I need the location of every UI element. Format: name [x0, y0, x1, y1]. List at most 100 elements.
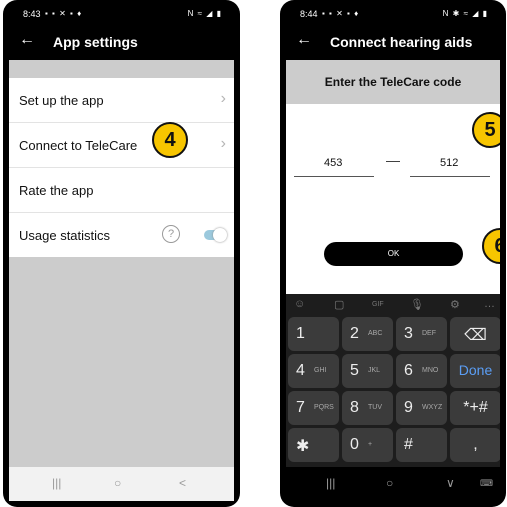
- status-time: 8:44: [300, 9, 318, 19]
- code-field-2[interactable]: 512: [410, 154, 490, 177]
- menu-item-connect-telecare[interactable]: Connect to TeleCare ›: [9, 123, 234, 168]
- key-5[interactable]: 5 JKL: [342, 354, 393, 388]
- key-label: 8: [350, 399, 359, 416]
- app-bar: ← Connect hearing aids: [286, 24, 500, 60]
- code-field-1-value: 453: [324, 157, 343, 169]
- key-label: 0: [350, 436, 359, 453]
- emoji-icon[interactable]: ☺: [294, 298, 305, 310]
- more-options-icon[interactable]: …: [484, 298, 495, 310]
- key-label: ,: [473, 436, 478, 453]
- numeric-keyboard: ☺ ▢ GIF 🎙 ⚙ … 1 2 ABC 3 DEF ⌫ 4 GHI 5 JKL 6 M…: [286, 294, 500, 467]
- step-marker-4: 4: [152, 122, 188, 158]
- key-3[interactable]: 3 DEF: [396, 317, 447, 351]
- code-field-2-value: 512: [440, 157, 459, 169]
- menu-item-label: Set up the app: [19, 93, 104, 108]
- page-title: App settings: [53, 34, 138, 50]
- status-bar: 8:44 ▪ ▪ ✕ ▪ ♦ N ✱ ≈ ◢ ▮: [286, 6, 500, 22]
- backspace-key[interactable]: ⌫: [450, 317, 500, 351]
- status-bar: 8:43 ▪ ▪ ✕ ▪ ♦ N ≈ ◢ ▮: [9, 6, 234, 22]
- notification-icons: ▪ ▪ ✕ ▪ ♦: [322, 9, 360, 18]
- screen: 8:44 ▪ ▪ ✕ ▪ ♦ N ✱ ≈ ◢ ▮ ← Connect heari…: [286, 6, 500, 501]
- menu-item-set-up-app[interactable]: Set up the app ›: [9, 78, 234, 123]
- key-label: 3: [404, 325, 413, 342]
- navigation-bar: ||| ○ <: [9, 467, 234, 501]
- chevron-right-icon: ›: [220, 135, 226, 152]
- key-letters: +: [368, 441, 373, 448]
- microphone-icon[interactable]: 🎙: [410, 298, 424, 311]
- key-letters: GHI: [314, 367, 327, 374]
- menu-item-label: Usage statistics: [19, 228, 111, 243]
- menu-item-usage-statistics: Usage statistics ?: [9, 213, 234, 257]
- signal-battery-icons: N ≈ ◢ ▮: [187, 9, 222, 18]
- key-label: *+#: [463, 399, 488, 416]
- code-separator: —: [386, 152, 400, 168]
- menu-item-rate-app[interactable]: Rate the app: [9, 168, 234, 213]
- settings-content: Set up the app › Connect to TeleCare › R…: [9, 60, 234, 467]
- recents-icon[interactable]: |||: [52, 476, 61, 490]
- code-field-1[interactable]: 453: [294, 154, 374, 177]
- home-icon[interactable]: ○: [114, 476, 121, 490]
- home-icon[interactable]: ○: [386, 476, 393, 490]
- key-label: #: [404, 436, 413, 453]
- key-label: ✱: [296, 438, 310, 455]
- hide-keyboard-icon[interactable]: ∨: [446, 476, 455, 490]
- key-label: 7: [296, 399, 305, 416]
- symbols-key[interactable]: *+#: [450, 391, 500, 425]
- key-comma[interactable]: ,: [450, 428, 500, 462]
- code-entry-content: Enter the TeleCare code 453 — 512 OK: [286, 60, 500, 294]
- key-label: 5: [350, 362, 359, 379]
- keyboard-switch-icon[interactable]: ⌨: [480, 478, 493, 489]
- ok-button[interactable]: OK: [324, 242, 463, 266]
- key-label: 6: [404, 362, 413, 379]
- key-9[interactable]: 9 WXYZ: [396, 391, 447, 425]
- key-letters: JKL: [368, 367, 381, 374]
- key-letters: TUV: [368, 404, 382, 411]
- step-marker-5: 5: [472, 112, 500, 148]
- menu-item-label: Rate the app: [19, 183, 94, 198]
- gif-icon[interactable]: GIF: [372, 301, 384, 308]
- toggle-knob: [213, 228, 227, 242]
- key-7[interactable]: 7 PQRS: [288, 391, 339, 425]
- settings-list: Set up the app › Connect to TeleCare › R…: [9, 78, 234, 257]
- key-4[interactable]: 4 GHI: [288, 354, 339, 388]
- signal-battery-icons: N ✱ ≈ ◢ ▮: [442, 9, 488, 18]
- key-letters: PQRS: [314, 404, 334, 411]
- key-label: 1: [296, 325, 305, 342]
- key-label: 9: [404, 399, 413, 416]
- key-letters: MNO: [422, 367, 439, 374]
- key-2[interactable]: 2 ABC: [342, 317, 393, 351]
- code-heading: Enter the TeleCare code: [324, 75, 462, 89]
- key-label: Done: [458, 362, 493, 378]
- key-letters: ABC: [368, 330, 383, 337]
- back-nav-icon[interactable]: <: [179, 476, 186, 490]
- screen: 8:43 ▪ ▪ ✕ ▪ ♦ N ≈ ◢ ▮ ← App settings Se…: [9, 6, 234, 501]
- recents-icon[interactable]: |||: [326, 476, 335, 490]
- app-bar: ← App settings: [9, 24, 234, 60]
- key-hash[interactable]: #: [396, 428, 447, 462]
- key-label: 2: [350, 325, 359, 342]
- key-0[interactable]: 0 +: [342, 428, 393, 462]
- phone-app-settings: 8:43 ▪ ▪ ✕ ▪ ♦ N ≈ ◢ ▮ ← App settings Se…: [3, 0, 240, 507]
- phone-connect-hearing-aids: 8:44 ▪ ▪ ✕ ▪ ♦ N ✱ ≈ ◢ ▮ ← Connect heari…: [280, 0, 506, 507]
- done-key[interactable]: Done: [450, 354, 500, 388]
- backspace-icon: ⌫: [464, 327, 487, 344]
- back-arrow-icon[interactable]: ←: [19, 31, 35, 49]
- key-letters: WXYZ: [422, 404, 443, 411]
- page-title: Connect hearing aids: [330, 34, 473, 50]
- navigation-bar: ||| ○ ∨ ⌨: [286, 467, 500, 501]
- usage-statistics-toggle[interactable]: [204, 228, 227, 242]
- code-heading-bar: Enter the TeleCare code: [286, 60, 500, 104]
- notification-icons: ▪ ▪ ✕ ▪ ♦: [45, 9, 83, 18]
- status-time: 8:43: [23, 9, 41, 19]
- sticker-icon[interactable]: ▢: [334, 298, 344, 311]
- key-1[interactable]: 1: [288, 317, 339, 351]
- key-asterisk[interactable]: ✱: [288, 428, 339, 462]
- key-6[interactable]: 6 MNO: [396, 354, 447, 388]
- key-letters: DEF: [422, 330, 436, 337]
- help-icon[interactable]: ?: [162, 225, 180, 243]
- back-arrow-icon[interactable]: ←: [296, 31, 312, 49]
- key-8[interactable]: 8 TUV: [342, 391, 393, 425]
- menu-item-label: Connect to TeleCare: [19, 138, 138, 153]
- settings-gear-icon[interactable]: ⚙: [450, 298, 460, 311]
- key-label: 4: [296, 362, 305, 379]
